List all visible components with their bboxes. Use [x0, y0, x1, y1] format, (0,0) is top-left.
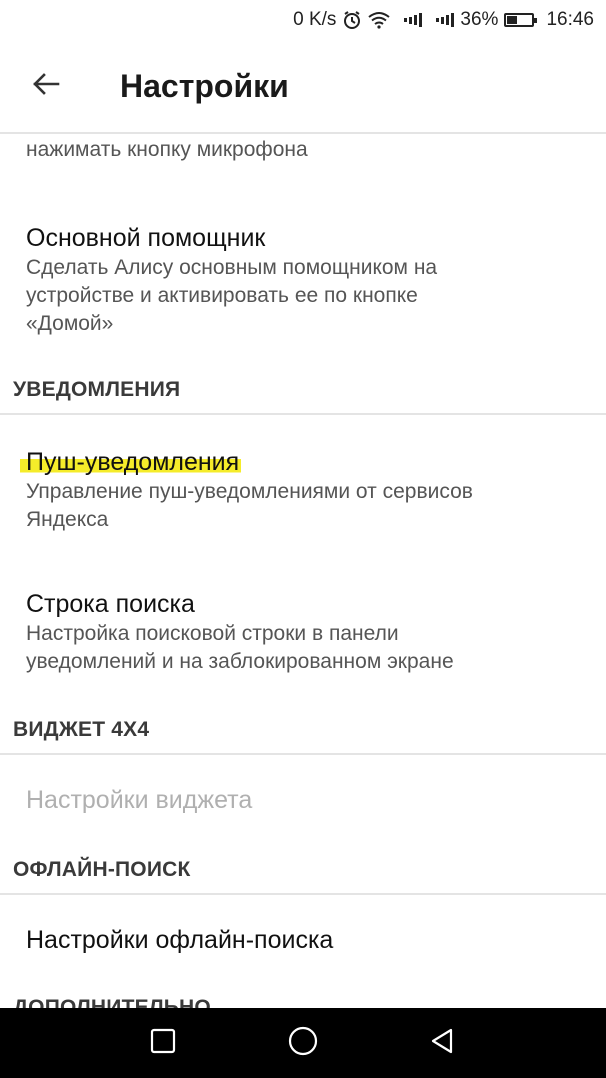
square-icon	[150, 1028, 176, 1059]
arrow-back-icon	[32, 72, 60, 101]
pref-title: Настройки офлайн-поиска	[26, 926, 334, 954]
signal-icon	[436, 12, 455, 28]
pref-summary: «Домой»	[26, 312, 114, 335]
network-speed: 0 K/s	[293, 9, 337, 30]
pref-summary: Управление пуш-уведомлениями от сервисов	[26, 480, 473, 503]
signal-icon	[404, 12, 423, 28]
status-bar: 0 K/s 36% 16:46	[0, 0, 606, 40]
back-nav-button[interactable]	[423, 1023, 463, 1063]
list-item-offline-settings[interactable]: Настройки офлайн-поиска	[0, 924, 606, 956]
pref-title: Основной помощник	[26, 224, 266, 252]
section-header-offline-search: ОФЛАЙН-ПОИСК	[13, 858, 191, 881]
recent-apps-button[interactable]	[143, 1023, 183, 1063]
settings-list[interactable]: нажимать кнопку микрофона Основной помощ…	[0, 110, 606, 1008]
alarm-icon	[342, 10, 362, 30]
list-item-default-assistant[interactable]: Основной помощник Сделать Алису основным…	[0, 222, 606, 338]
pref-summary: Яндекса	[26, 508, 109, 531]
pref-summary: Сделать Алису основным помощником на	[26, 256, 438, 279]
list-item-push-notifications[interactable]: Пуш-уведомления Управление пуш-уведомлен…	[0, 446, 606, 534]
battery-percent: 36%	[460, 9, 499, 30]
divider	[0, 413, 606, 415]
pref-title: Строка поиска	[26, 590, 195, 618]
back-button[interactable]	[16, 56, 76, 116]
list-item-voice-activation[interactable]: нажимать кнопку микрофона	[0, 136, 606, 164]
battery-icon	[504, 13, 538, 27]
divider	[0, 893, 606, 895]
wifi-icon	[368, 11, 391, 29]
pref-title: Пуш-уведомления	[20, 448, 242, 476]
list-item-search-bar[interactable]: Строка поиска Настройка поисковой строки…	[0, 588, 606, 676]
triangle-back-icon	[429, 1027, 457, 1060]
page-title: Настройки	[120, 67, 289, 104]
clock: 16:46	[546, 9, 594, 30]
circle-icon	[287, 1025, 319, 1062]
home-button[interactable]	[283, 1023, 323, 1063]
pref-summary: Настройка поисковой строки в панели	[26, 622, 399, 645]
pref-summary: уведомлений и на заблокированном экране	[26, 650, 454, 673]
section-header-more: ДОПОЛНИТЕЛЬНО	[13, 996, 211, 1008]
divider	[0, 753, 606, 755]
system-nav-bar	[0, 1008, 606, 1078]
pref-title: Настройки виджета	[26, 786, 253, 814]
section-header-notifications: УВЕДОМЛЕНИЯ	[13, 378, 181, 401]
app-toolbar: Настройки	[0, 40, 606, 134]
section-header-widget: ВИДЖЕТ 4X4	[13, 718, 150, 741]
list-item-widget-settings: Настройки виджета	[0, 784, 606, 816]
pref-summary: нажимать кнопку микрофона	[26, 138, 308, 161]
pref-summary: устройстве и активировать ее по кнопке	[26, 284, 418, 307]
